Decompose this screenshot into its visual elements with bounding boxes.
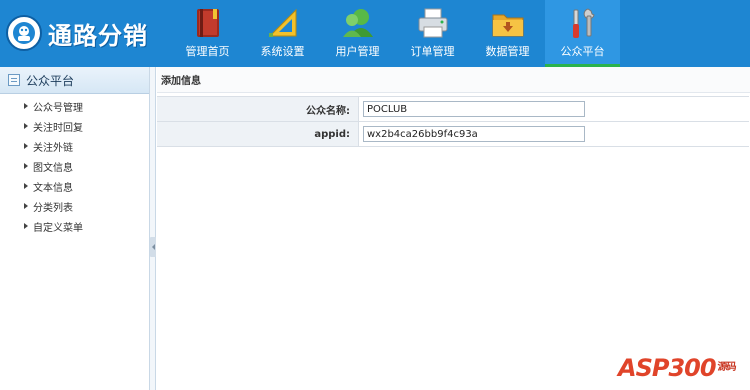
nav-label: 用户管理 [335, 45, 380, 58]
watermark-sub: 源码 [717, 362, 737, 373]
users-icon [340, 6, 376, 40]
sidebar-item-label: 文本信息 [33, 182, 73, 194]
add-info-form: 公众名称: appid: [157, 96, 749, 147]
sidebar-splitter[interactable] [150, 67, 156, 390]
folder-icon [490, 6, 526, 40]
sidebar-item-follow-reply[interactable]: 关注时回复 [0, 116, 149, 136]
sidebar-item-label: 关注外链 [33, 142, 73, 154]
account-name-input[interactable] [363, 101, 585, 117]
form-row: 公众名称: [157, 97, 749, 122]
sidebar-header[interactable]: 公众平台 [0, 67, 149, 94]
tools-icon [565, 6, 601, 40]
brand-name: 通路分销 [48, 21, 148, 50]
sidebar-item-label: 分类列表 [33, 202, 73, 214]
nav-label: 订单管理 [410, 45, 455, 58]
collapse-handle[interactable] [150, 237, 156, 257]
triangle-right-icon [24, 203, 28, 209]
sidebar-menu: 公众号管理 关注时回复 关注外链 图文信息 文本信息 分类列表 自定义菜单 [0, 94, 149, 236]
sidebar-item-label: 关注时回复 [33, 122, 83, 134]
ruler-icon [265, 6, 301, 40]
page-title: 添加信息 [157, 67, 750, 93]
triangle-right-icon [24, 143, 28, 149]
nav-system-settings[interactable]: 系统设置 [245, 0, 320, 67]
watermark-logo: ASP300 源码 [618, 354, 737, 382]
sidebar-item-news-info[interactable]: 图文信息 [0, 156, 149, 176]
appid-input[interactable] [363, 126, 585, 142]
triangle-right-icon [24, 103, 28, 109]
sidebar-item-label: 公众号管理 [33, 102, 83, 114]
sidebar-title: 公众平台 [26, 73, 75, 88]
nav-public-platform[interactable]: 公众平台 [545, 0, 620, 67]
form-row: appid: [157, 122, 749, 147]
calendar-icon [8, 74, 20, 86]
nav-user-management[interactable]: 用户管理 [320, 0, 395, 67]
watermark-text: ASP300 [618, 354, 717, 382]
triangle-right-icon [24, 163, 28, 169]
nav-data-management[interactable]: 数据管理 [470, 0, 545, 67]
sidebar-item-label: 图文信息 [33, 162, 73, 174]
nav-label: 系统设置 [260, 45, 305, 58]
field-label: appid: [157, 122, 359, 146]
brand-logo-icon [6, 15, 42, 51]
book-icon [190, 6, 226, 40]
triangle-right-icon [24, 183, 28, 189]
nav-label: 数据管理 [485, 45, 530, 58]
field-label: 公众名称: [157, 97, 359, 121]
sidebar-item-follow-link[interactable]: 关注外链 [0, 136, 149, 156]
sidebar: 公众平台 公众号管理 关注时回复 关注外链 图文信息 文本信息 分类列表 自定义… [0, 67, 150, 390]
sidebar-item-text-info[interactable]: 文本信息 [0, 176, 149, 196]
sidebar-item-custom-menu[interactable]: 自定义菜单 [0, 216, 149, 236]
nav-label: 公众平台 [560, 45, 605, 58]
main-content: 添加信息 公众名称: appid: [157, 67, 750, 390]
top-header: 通路分销 管理首页 系统设置 用户管理 订单管理 数据管理 公众平台 [0, 0, 750, 67]
sidebar-item-category-list[interactable]: 分类列表 [0, 196, 149, 216]
top-nav: 管理首页 系统设置 用户管理 订单管理 数据管理 公众平台 [170, 0, 620, 67]
nav-home[interactable]: 管理首页 [170, 0, 245, 67]
triangle-right-icon [24, 223, 28, 229]
triangle-right-icon [24, 123, 28, 129]
nav-label: 管理首页 [185, 45, 230, 58]
printer-icon [415, 6, 451, 40]
sidebar-item-label: 自定义菜单 [33, 222, 83, 234]
sidebar-item-account-management[interactable]: 公众号管理 [0, 96, 149, 116]
nav-order-management[interactable]: 订单管理 [395, 0, 470, 67]
brand[interactable]: 通路分销 [6, 13, 148, 53]
